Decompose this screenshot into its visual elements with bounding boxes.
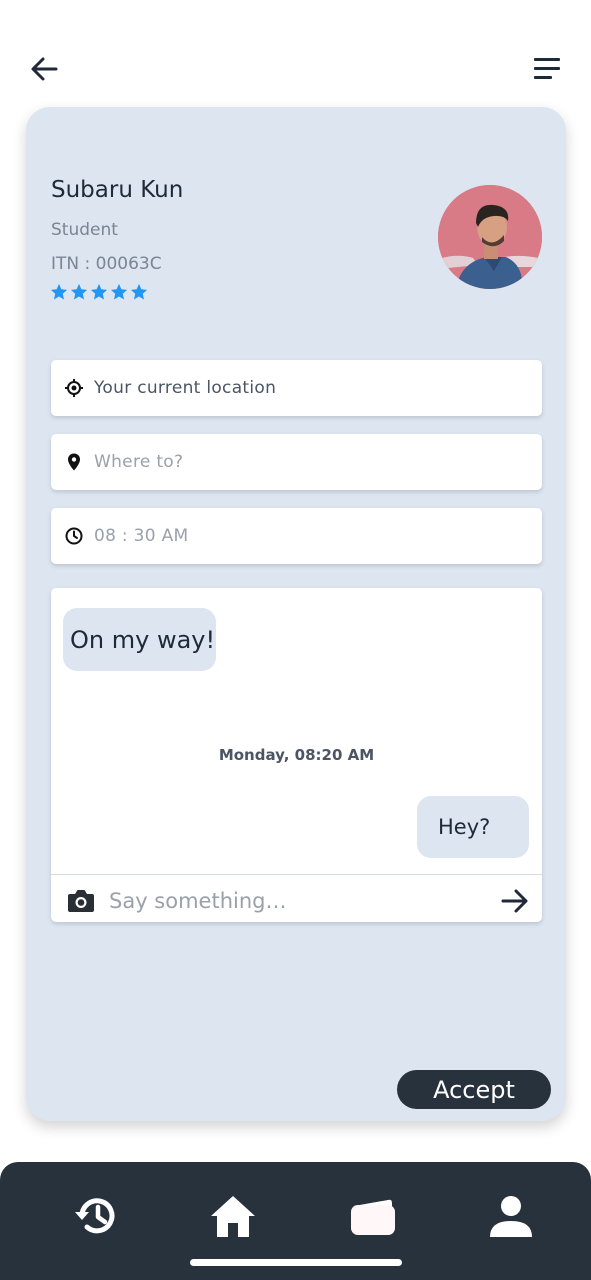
top-bar xyxy=(0,0,591,100)
rating-stars xyxy=(50,283,148,301)
profile-role: Student xyxy=(51,220,118,240)
incoming-message: On my way! xyxy=(63,608,216,671)
profile-itn: ITN : 00063C xyxy=(51,254,162,274)
menu-button[interactable] xyxy=(530,54,564,84)
map-pin-icon xyxy=(68,453,80,471)
ride-request-card: Subaru Kun Student ITN : 00063C Your cur… xyxy=(26,107,566,1121)
camera-button[interactable] xyxy=(67,888,95,914)
back-button[interactable] xyxy=(28,52,62,86)
accept-button[interactable]: Accept xyxy=(397,1070,551,1109)
chat-date: Monday, 08:20 AM xyxy=(218,746,375,764)
chat-divider xyxy=(51,874,542,875)
time-placeholder: 08 : 30 AM xyxy=(94,526,189,546)
send-button[interactable] xyxy=(500,887,530,915)
nav-home[interactable] xyxy=(207,1190,259,1242)
clock-icon xyxy=(65,527,83,545)
nav-history[interactable] xyxy=(70,1190,122,1242)
star-icon xyxy=(50,283,68,300)
arrow-right-icon xyxy=(501,889,528,913)
nav-wallet[interactable] xyxy=(346,1190,398,1242)
home-indicator xyxy=(190,1259,402,1266)
star-icon xyxy=(110,283,128,300)
avatar xyxy=(438,185,542,289)
profile-photo xyxy=(438,185,542,289)
hamburger-menu-icon xyxy=(534,58,560,79)
time-field[interactable]: 08 : 30 AM xyxy=(51,508,542,564)
camera-icon xyxy=(68,890,94,912)
home-icon xyxy=(211,1196,255,1237)
wallet-icon xyxy=(351,1199,395,1235)
star-icon xyxy=(130,283,148,300)
message-input[interactable] xyxy=(109,884,469,918)
star-icon xyxy=(90,283,108,300)
person-icon xyxy=(490,1196,532,1237)
nav-profile[interactable] xyxy=(485,1190,537,1242)
current-location-text: Your current location xyxy=(94,378,277,398)
destination-placeholder: Where to? xyxy=(94,452,184,472)
profile-name: Subaru Kun xyxy=(51,177,184,203)
bottom-navigation xyxy=(0,1162,591,1280)
destination-field[interactable]: Where to? xyxy=(51,434,542,490)
history-icon xyxy=(75,1198,115,1234)
outgoing-message: Hey? xyxy=(417,796,529,858)
current-location-field[interactable]: Your current location xyxy=(51,360,542,416)
chat-panel: On my way! Monday, 08:20 AM Hey? xyxy=(51,588,542,922)
star-icon xyxy=(70,283,88,300)
arrow-left-icon xyxy=(31,57,58,81)
my-location-icon xyxy=(65,379,83,397)
